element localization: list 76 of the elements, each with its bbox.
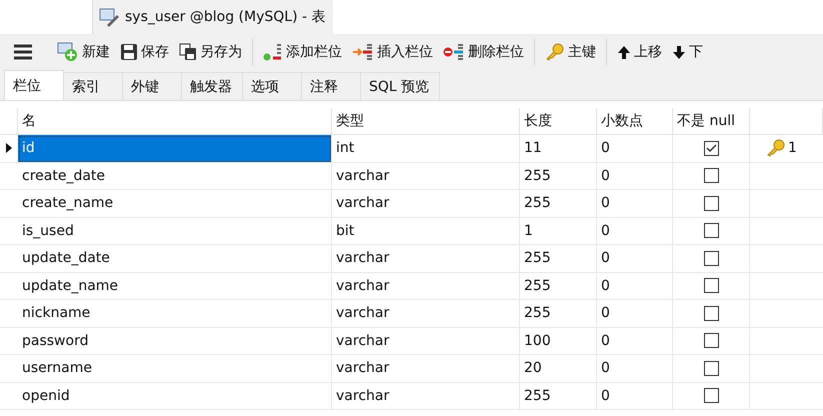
save-button[interactable]: 保存 [115,37,174,67]
column-header: 不是 null [673,108,750,135]
table-cell[interactable]: openid [18,382,332,410]
table-edit-icon [99,7,121,27]
tab[interactable]: 栏位 [4,70,64,100]
table-cell[interactable]: 20 [520,355,597,382]
save-as-icon [179,43,197,61]
table-cell[interactable]: create_name [18,190,332,218]
table-cell[interactable]: 255 [520,162,597,190]
table-cell[interactable]: 0 [597,162,673,190]
save-as-button[interactable]: 另存为 [174,37,247,67]
checkbox[interactable] [704,278,718,294]
table-cell[interactable]: 1 [520,218,597,245]
insert-column-icon [352,43,374,61]
table-cell[interactable]: 0 [597,272,673,300]
table-cell[interactable]: 255 [520,382,597,410]
delete-column-button[interactable]: 删除栏位 [438,37,529,67]
table-cell[interactable]: 255 [520,245,597,272]
table-cell[interactable]: 255 [520,272,597,300]
table-cell[interactable]: 0 [597,135,673,162]
insert-column-button[interactable]: 插入栏位 [347,37,438,67]
table-cell[interactable]: varchar [332,300,520,328]
move-down-button[interactable]: 下 [667,37,708,67]
arrow-down-icon [672,44,686,60]
checkbox[interactable] [704,196,718,211]
table-cell[interactable]: is_used [18,218,332,245]
table-cell[interactable]: 0 [597,355,673,382]
add-column-button[interactable]: 添加栏位 [258,37,347,67]
save-icon [120,43,138,61]
table-cell[interactable]: update_date [18,245,332,272]
table-cell[interactable]: 100 [520,328,597,355]
delete-column-icon [443,43,465,61]
checkbox[interactable] [704,388,718,404]
table-cell[interactable]: 0 [597,218,673,245]
table-cell[interactable]: varchar [332,190,520,218]
table-cell[interactable]: 0 [597,382,673,410]
tab[interactable]: SQL 预览 [360,72,440,100]
menu-icon [13,44,33,60]
checkbox[interactable] [704,223,718,238]
table-cell[interactable]: 255 [520,190,597,218]
checkbox[interactable] [704,360,718,376]
table-cell[interactable]: bit [332,218,520,245]
table-cell[interactable]: varchar [332,328,520,355]
table-cell[interactable]: varchar [332,272,520,300]
table-cell[interactable]: 0 [597,190,673,218]
table-cell[interactable]: int [332,135,520,162]
table-cell[interactable]: 11 [520,135,597,162]
add-column-icon [263,43,283,61]
table-cell[interactable]: varchar [332,162,520,190]
table-cell[interactable]: 0 [597,245,673,272]
key-order: 1 [788,140,797,156]
add-table-icon [57,42,79,62]
table-cell[interactable]: username [18,355,332,382]
table-cell[interactable]: 255 [520,300,597,328]
checkbox[interactable] [704,306,718,321]
key-icon [545,43,565,61]
table-cell[interactable]: update_name [18,272,332,300]
table-cell[interactable]: nickname [18,300,332,328]
primary-key-button[interactable]: 主键 [540,37,601,67]
arrow-up-icon [617,44,631,60]
checkbox[interactable] [704,168,718,184]
table-cell[interactable]: varchar [332,382,520,410]
table-cell[interactable]: varchar [332,355,520,382]
document-tab[interactable]: sys_user @blog (MySQL) - 表 [93,0,334,34]
table-cell[interactable]: id [18,135,332,162]
table-cell[interactable]: 0 [597,300,673,328]
checkbox[interactable] [704,140,718,156]
new-button[interactable]: 新建 [52,37,115,67]
checkbox[interactable] [704,333,718,348]
table-cell[interactable]: 0 [597,328,673,355]
move-up-button[interactable]: 上移 [612,37,667,67]
checkbox[interactable] [704,250,718,266]
table-cell[interactable]: password [18,328,332,355]
table-cell[interactable]: create_date [18,162,332,190]
key-icon [766,139,786,158]
table-cell[interactable]: varchar [332,245,520,272]
